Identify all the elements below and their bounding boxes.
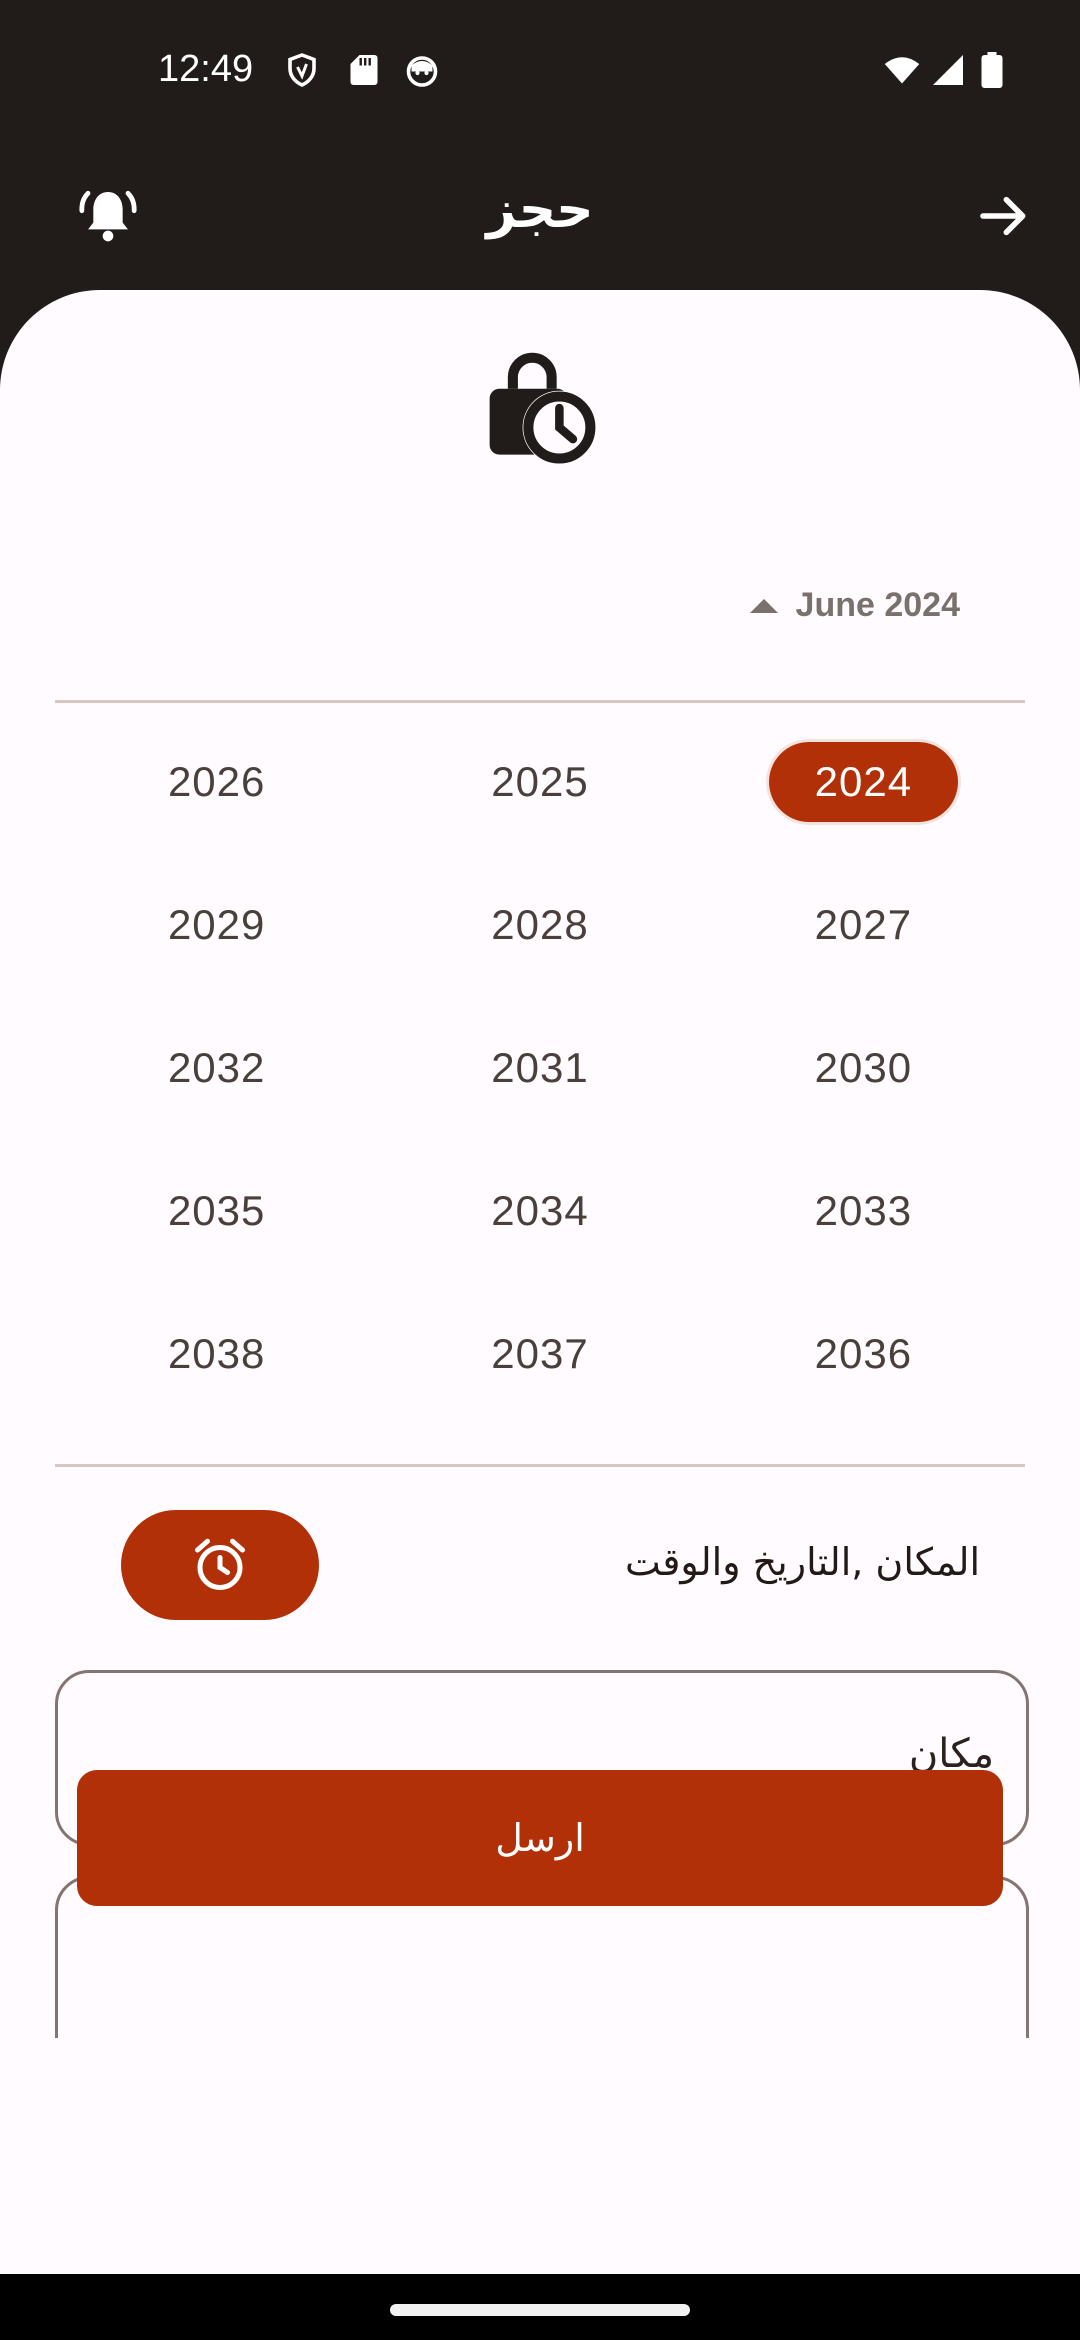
year-cell[interactable]: 2024 <box>702 710 1025 853</box>
caret-up-icon <box>749 598 778 613</box>
year-label: 2026 <box>167 757 266 805</box>
divider <box>55 700 1025 703</box>
year-grid: 2024 2025 2026 2027 2028 2029 2030 2031 2032 2033… <box>55 710 1025 1425</box>
year-label: 2037 <box>491 1329 589 1377</box>
page-title: حجز <box>486 180 594 240</box>
sd-card-icon <box>350 55 378 85</box>
status-bar: 12:49 <box>0 0 1080 140</box>
year-label: 2029 <box>167 900 266 948</box>
year-cell[interactable]: 2030 <box>702 996 1025 1139</box>
bottom-area <box>0 2038 1080 2274</box>
year-label: 2024 <box>768 741 959 822</box>
year-label: 2031 <box>491 1043 589 1091</box>
year-label: 2036 <box>814 1329 913 1377</box>
year-cell[interactable]: 2035 <box>55 1139 378 1282</box>
app-bar: حجز <box>0 140 1080 290</box>
booking-sheet: June 2024 2024 2025 2026 2027 2028 2029 2030 20… <box>0 290 1080 2274</box>
year-cell[interactable]: 2025 <box>378 710 701 853</box>
year-cell[interactable]: 2031 <box>378 996 701 1139</box>
alarm-clock-icon <box>195 1538 245 1590</box>
year-label: 2038 <box>167 1329 266 1377</box>
month-year-toggle[interactable]: June 2024 <box>749 586 960 625</box>
submit-button[interactable]: ارسل <box>77 1770 1003 1906</box>
year-label: 2030 <box>814 1043 913 1091</box>
arrow-forward-icon[interactable] <box>976 188 1032 244</box>
year-cell[interactable]: 2037 <box>378 1282 701 1425</box>
year-cell[interactable]: 2032 <box>55 996 378 1139</box>
year-cell[interactable]: 2034 <box>378 1139 701 1282</box>
year-label: 2032 <box>167 1043 266 1091</box>
divider <box>55 1464 1025 1467</box>
year-label: 2028 <box>491 900 589 948</box>
status-time: 12:49 <box>158 48 254 90</box>
year-label: 2034 <box>491 1186 589 1234</box>
battery-icon <box>981 52 1003 88</box>
year-cell[interactable]: 2026 <box>55 710 378 853</box>
cat-face-icon <box>406 56 438 87</box>
year-cell[interactable]: 2027 <box>702 853 1025 996</box>
datetime-row: المكان ,التاريخ والوقت <box>0 1510 1080 1620</box>
shield-icon <box>288 53 316 87</box>
datetime-label: المكان ,التاريخ والوقت <box>624 1540 980 1584</box>
year-cell[interactable]: 2038 <box>55 1282 378 1425</box>
submit-label: ارسل <box>495 1816 585 1860</box>
lock-clock-icon <box>489 352 597 465</box>
year-label: 2027 <box>814 900 913 948</box>
signal-icon <box>933 55 963 85</box>
time-picker-button[interactable] <box>121 1510 319 1620</box>
year-cell[interactable]: 2033 <box>702 1139 1025 1282</box>
year-label: 2035 <box>167 1186 266 1234</box>
month-label: June 2024 <box>795 586 960 624</box>
year-label: 2025 <box>491 757 589 805</box>
year-cell[interactable]: 2036 <box>702 1282 1025 1425</box>
year-cell[interactable]: 2028 <box>378 853 701 996</box>
year-cell[interactable]: 2029 <box>55 853 378 996</box>
home-handle[interactable] <box>390 2304 690 2316</box>
year-label: 2033 <box>814 1186 913 1234</box>
wifi-icon <box>884 57 920 84</box>
